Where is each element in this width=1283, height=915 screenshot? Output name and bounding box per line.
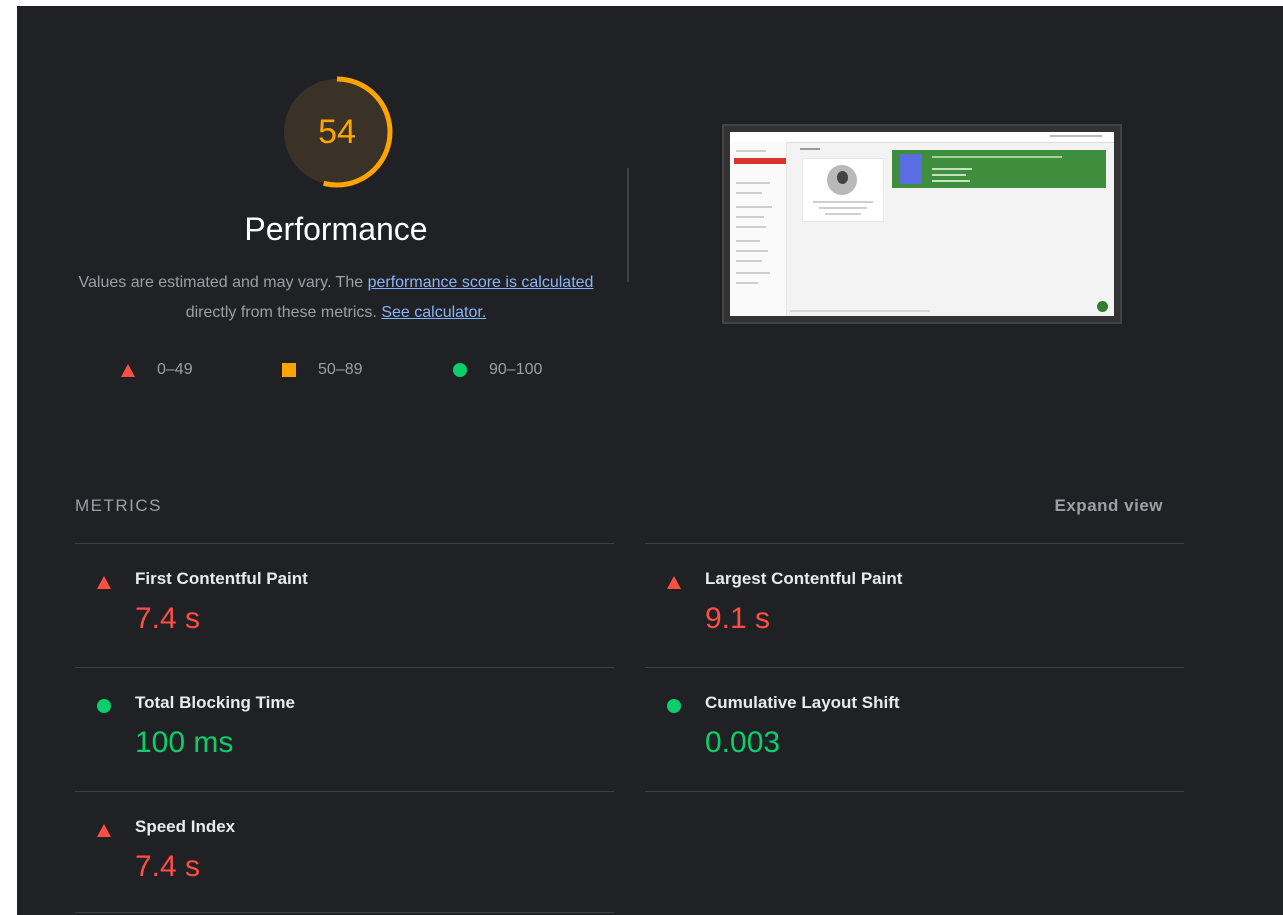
- category-title: Performance: [244, 211, 428, 247]
- metric-divider: [75, 543, 614, 544]
- metric-divider: [645, 791, 1184, 792]
- legend-pass: 90–100: [453, 360, 542, 380]
- legend-range: 50–89: [318, 361, 363, 378]
- fail-triangle-icon: [97, 824, 111, 837]
- legend-average: 50–89: [282, 360, 363, 380]
- metric-title: Speed Index: [135, 817, 236, 836]
- pass-circle-icon: [667, 699, 681, 713]
- fail-triangle-icon: [121, 363, 135, 377]
- legend-fail: 0–49: [121, 360, 193, 380]
- metric-divider: [75, 791, 614, 792]
- legend-range: 90–100: [489, 361, 543, 378]
- metrics-section-header: METRICS: [75, 496, 162, 515]
- metric-title: First Contentful Paint: [135, 569, 308, 588]
- metric-title: Cumulative Layout Shift: [705, 693, 900, 712]
- expand-view-toggle[interactable]: Expand view: [1055, 496, 1163, 516]
- thumb-active-item: [734, 158, 786, 164]
- metric-cumulative-layout-shift: Cumulative Layout Shift 0.003: [645, 678, 1185, 788]
- metric-divider: [645, 543, 1184, 544]
- thumb-topbar: [730, 132, 1114, 143]
- metric-title: Total Blocking Time: [135, 693, 295, 712]
- screenshot-image: [730, 132, 1114, 316]
- pass-circle-icon: [453, 363, 467, 377]
- lighthouse-report-panel: 54 Performance Values are estimated and …: [17, 6, 1283, 915]
- pass-circle-icon: [97, 699, 111, 713]
- metric-divider: [75, 912, 614, 913]
- metric-title: Largest Contentful Paint: [705, 569, 903, 588]
- performance-score-link[interactable]: performance score is calculated: [368, 274, 594, 291]
- legend-range: 0–49: [157, 361, 193, 378]
- metric-value: 9.1 s: [705, 602, 771, 635]
- metric-value: 0.003: [705, 726, 781, 759]
- metric-value: 7.4 s: [135, 602, 201, 635]
- average-square-icon: [282, 363, 296, 377]
- see-calculator-link[interactable]: See calculator.: [381, 304, 486, 321]
- metric-divider: [645, 667, 1184, 668]
- avatar: [827, 165, 857, 195]
- metric-largest-contentful-paint: Largest Contentful Paint 9.1 s: [645, 554, 1185, 664]
- vertical-divider: [627, 168, 629, 282]
- fail-triangle-icon: [97, 576, 111, 589]
- final-screenshot-thumbnail[interactable]: [722, 124, 1122, 324]
- description-text-middle: directly from these metrics.: [185, 304, 382, 321]
- thumb-sidebar: [730, 142, 787, 316]
- metric-divider: [75, 667, 614, 668]
- metric-total-blocking-time: Total Blocking Time 100 ms: [75, 678, 615, 788]
- thumb-green-banner: [892, 150, 1106, 188]
- performance-score-value: 54: [318, 113, 356, 151]
- score-description: Values are estimated and may vary. The p…: [75, 268, 597, 328]
- fail-triangle-icon: [667, 576, 681, 589]
- performance-score-gauge: 54: [279, 74, 395, 190]
- thumb-fab-button: [1097, 301, 1108, 312]
- metric-value: 100 ms: [135, 726, 234, 759]
- metric-value: 7.4 s: [135, 850, 201, 883]
- description-text: Values are estimated and may vary. The: [78, 274, 368, 291]
- metric-speed-index: Speed Index 7.4 s: [75, 802, 615, 912]
- thumb-profile-card: [802, 158, 884, 222]
- metric-first-contentful-paint: First Contentful Paint 7.4 s: [75, 554, 615, 664]
